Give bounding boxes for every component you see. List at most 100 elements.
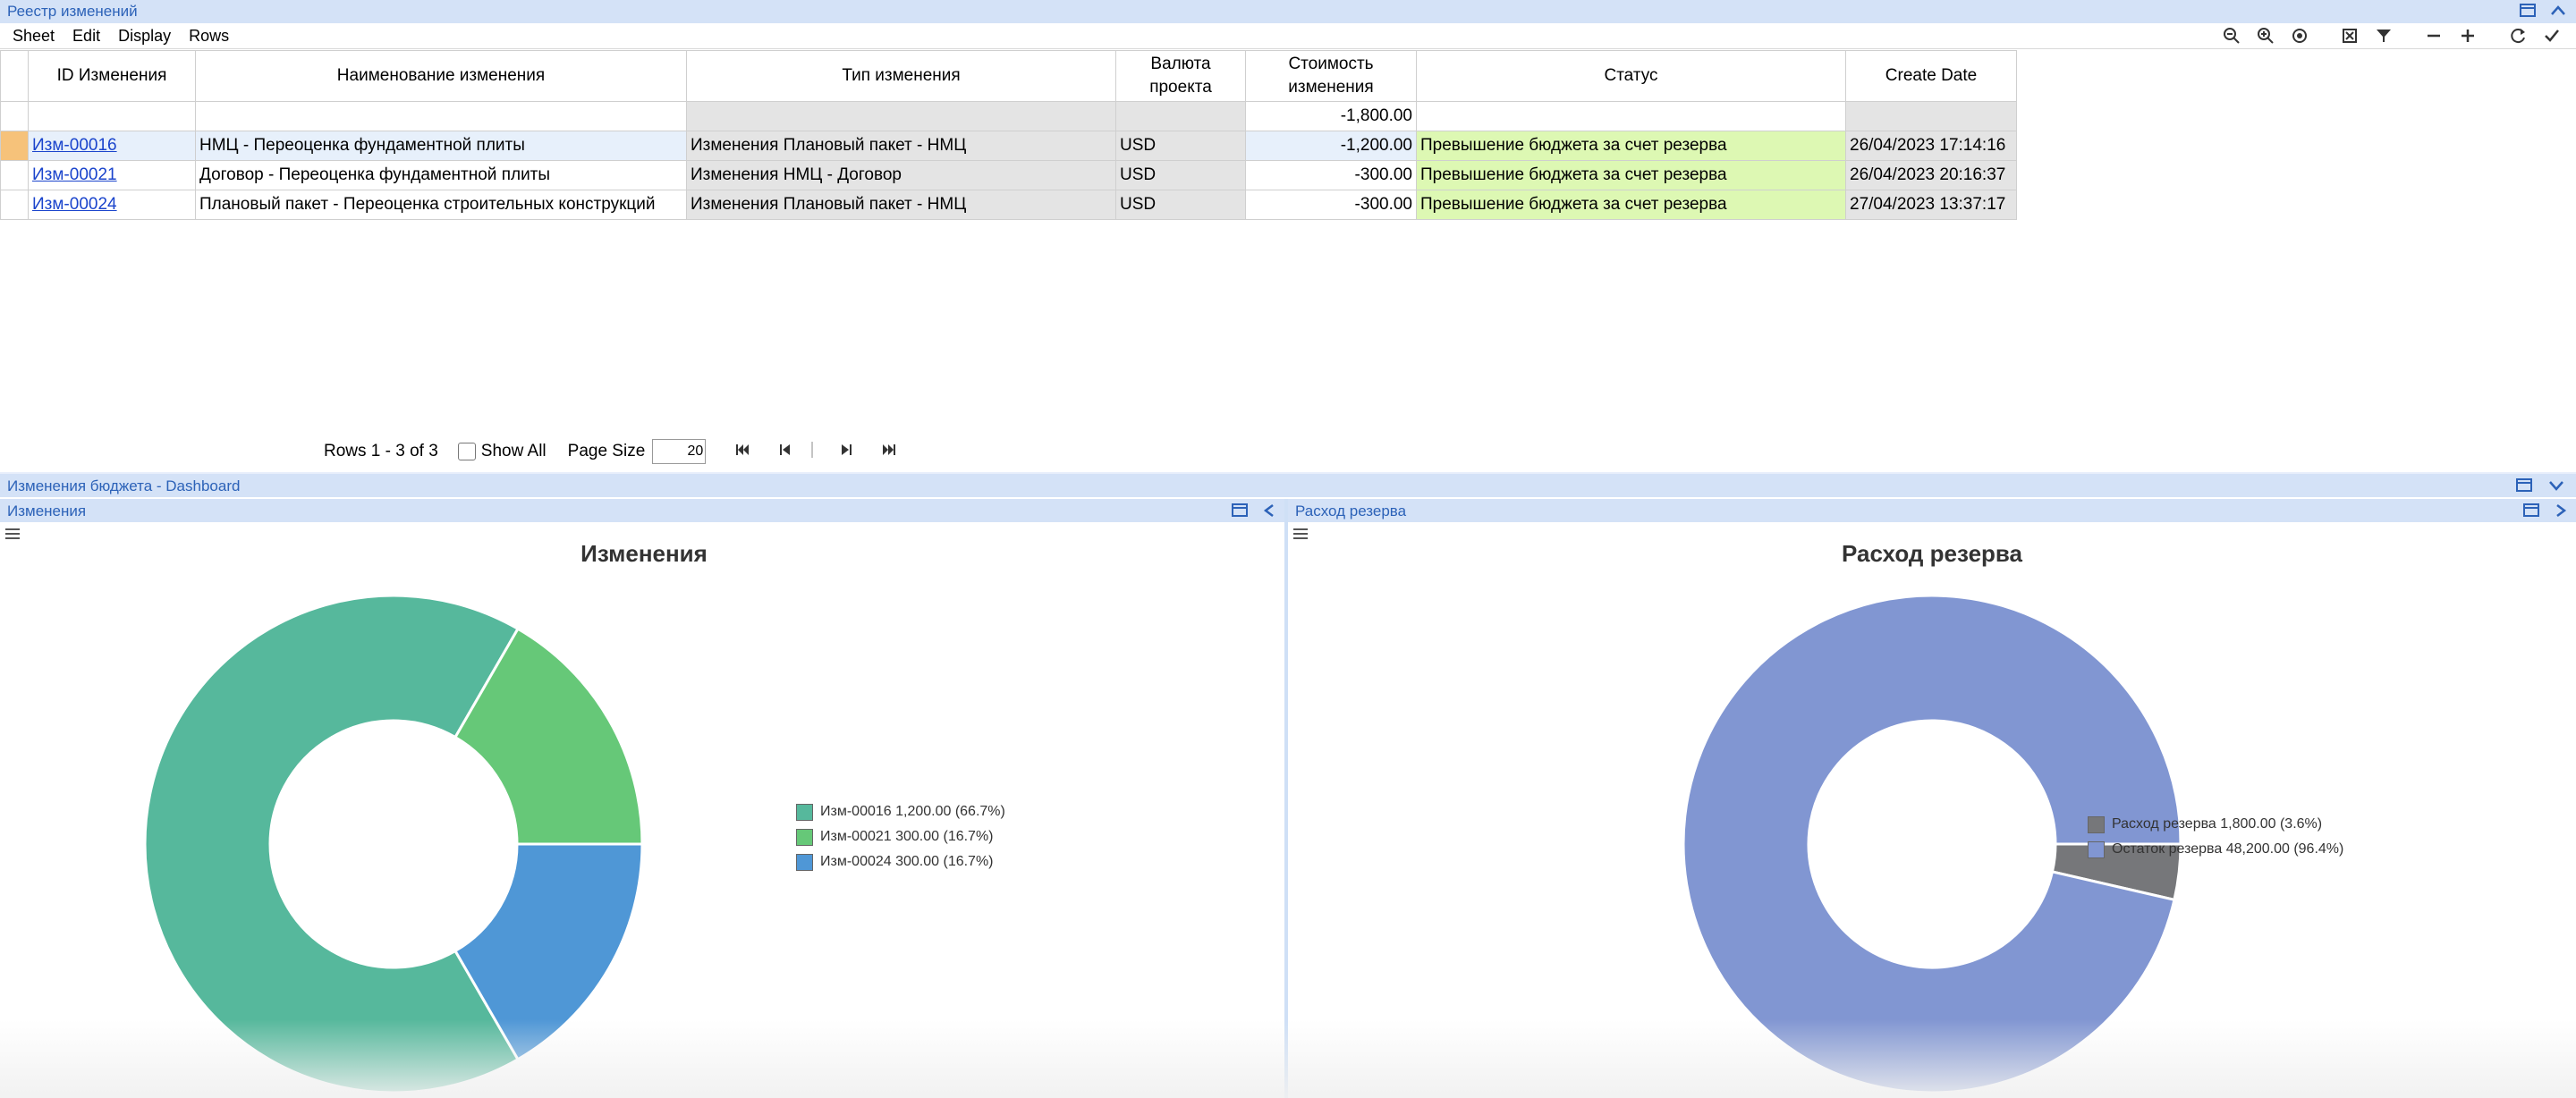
refresh-icon[interactable] <box>2501 27 2535 50</box>
legend-swatch <box>796 853 813 871</box>
cell-create-date[interactable]: 26/04/2023 17:14:16 <box>1845 131 2017 161</box>
row-selector-header <box>0 50 29 102</box>
legend-item[interactable]: Изм-00024 300.00 (16.7%) <box>796 849 1005 874</box>
page-size-input[interactable] <box>652 439 707 464</box>
filter-icon[interactable] <box>2367 27 2401 50</box>
maximize-icon[interactable] <box>2515 477 2533 498</box>
column-header-currency[interactable]: Валюта проекта <box>1115 50 1246 102</box>
change-id-link[interactable]: Изм-00024 <box>32 195 117 214</box>
menu-rows[interactable]: Rows <box>189 27 229 46</box>
column-header-create-date[interactable]: Create Date <box>1845 50 2017 102</box>
cell-cost[interactable]: -1,200.00 <box>1245 131 1417 161</box>
legend-label: Изм-00016 1,200.00 (66.7%) <box>820 804 1005 819</box>
menu-edit[interactable]: Edit <box>72 27 100 46</box>
chart-menu-icon[interactable] <box>4 526 21 546</box>
cell-status[interactable]: Превышение бюджета за счет резерва <box>1416 190 1846 220</box>
dashboard-title: Изменения бюджета - Dashboard <box>7 477 241 494</box>
totals-cell <box>195 101 687 131</box>
last-page-icon[interactable] <box>881 443 897 461</box>
cell-currency[interactable]: USD <box>1115 131 1246 161</box>
zoom-in-icon[interactable] <box>2249 27 2283 50</box>
column-header-type[interactable]: Тип изменения <box>686 50 1116 102</box>
prev-page-icon[interactable] <box>779 443 792 461</box>
maximize-icon[interactable] <box>1231 503 1249 523</box>
table-row[interactable]: Изм-00024 Плановый пакет - Переоценка ст… <box>0 190 2017 220</box>
zoom-reset-icon[interactable] <box>2283 27 2317 50</box>
cell-cost[interactable]: -300.00 <box>1245 160 1417 190</box>
pager-separator <box>811 441 813 462</box>
rows-count-label: Rows 1 - 3 of 3 <box>324 442 438 460</box>
cell-id: Изм-00016 <box>28 131 196 161</box>
row-selector[interactable] <box>0 131 29 161</box>
right-panel-title-bar: Расход резерва <box>1288 499 2576 522</box>
chart-title: Изменения <box>580 540 708 567</box>
table-row[interactable]: Изм-00016 НМЦ - Переоценка фундаментной … <box>0 131 2017 161</box>
totals-cell <box>686 101 1116 131</box>
cell-name[interactable]: Договор - Переоценка фундаментной плиты <box>195 160 687 190</box>
totals-cell <box>1416 101 1846 131</box>
maximize-icon[interactable] <box>2519 3 2537 23</box>
show-all-label: Show All <box>480 442 547 460</box>
cell-type[interactable]: Изменения Плановый пакет - НМЦ <box>686 131 1116 161</box>
totals-cell <box>1115 101 1246 131</box>
changes-table: ID Изменения Наименование изменения Тип … <box>0 50 2017 220</box>
chevron-left-icon[interactable] <box>1261 503 1277 523</box>
cell-currency[interactable]: USD <box>1115 190 1246 220</box>
table-row[interactable]: Изм-00021 Договор - Переоценка фундамент… <box>0 160 2017 190</box>
chart-title: Расход резерва <box>1841 540 2023 567</box>
menu-bar: Sheet Edit Display Rows <box>0 23 2576 49</box>
legend-label: Изм-00024 300.00 (16.7%) <box>820 854 994 869</box>
cell-type[interactable]: Изменения НМЦ - Договор <box>686 160 1116 190</box>
legend-item[interactable]: Остаток резерва 48,200.00 (96.4%) <box>2088 837 2343 862</box>
cell-cost[interactable]: -300.00 <box>1245 190 1417 220</box>
maximize-icon[interactable] <box>2522 503 2540 523</box>
legend-item[interactable]: Изм-00016 1,200.00 (66.7%) <box>796 799 1005 824</box>
clear-filter-icon[interactable] <box>2333 27 2367 50</box>
page-size-label: Page Size <box>567 442 646 460</box>
cell-type[interactable]: Изменения Плановый пакет - НМЦ <box>686 190 1116 220</box>
menu-sheet[interactable]: Sheet <box>13 27 55 46</box>
show-all-checkbox[interactable] <box>457 443 476 460</box>
collapse-icon[interactable] <box>2417 27 2451 50</box>
column-header-status[interactable]: Статус <box>1416 50 1846 102</box>
chevron-down-icon[interactable] <box>2547 477 2565 498</box>
cell-create-date[interactable]: 26/04/2023 20:16:37 <box>1845 160 2017 190</box>
table-header-row: ID Изменения Наименование изменения Тип … <box>0 50 2017 102</box>
legend-label: Изм-00021 300.00 (16.7%) <box>820 829 994 844</box>
first-page-icon[interactable] <box>734 443 750 461</box>
next-page-icon[interactable] <box>840 443 852 461</box>
window-title: Реестр изменений <box>7 3 138 20</box>
check-icon[interactable] <box>2535 27 2569 50</box>
pie-slice[interactable] <box>143 594 521 1094</box>
column-header-cost[interactable]: Стоимость изменения <box>1245 50 1417 102</box>
expand-icon[interactable] <box>2451 27 2485 50</box>
menu-display[interactable]: Display <box>118 27 171 46</box>
cell-name[interactable]: Плановый пакет - Переоценка строительных… <box>195 190 687 220</box>
right-panel-title: Расход резерва <box>1295 503 1407 519</box>
reserve-legend: Расход резерва 1,800.00 (3.6%) Остаток ре… <box>2088 812 2343 862</box>
cell-status[interactable]: Превышение бюджета за счет резерва <box>1416 160 1846 190</box>
total-cost: -1,800.00 <box>1245 101 1417 131</box>
chart-menu-icon[interactable] <box>1292 526 1309 546</box>
cell-name[interactable]: НМЦ - Переоценка фундаментной плиты <box>195 131 687 161</box>
legend-label: Остаток резерва 48,200.00 (96.4%) <box>2112 841 2344 857</box>
change-id-link[interactable]: Изм-00021 <box>32 165 117 184</box>
zoom-out-icon[interactable] <box>2215 27 2249 50</box>
cell-currency[interactable]: USD <box>1115 160 1246 190</box>
column-header-id[interactable]: ID Изменения <box>28 50 196 102</box>
row-selector[interactable] <box>0 190 29 220</box>
change-id-link[interactable]: Изм-00016 <box>32 136 117 155</box>
cell-create-date[interactable]: 27/04/2023 13:37:17 <box>1845 190 2017 220</box>
cell-id: Изм-00024 <box>28 190 196 220</box>
legend-item[interactable]: Изм-00021 300.00 (16.7%) <box>796 824 1005 849</box>
totals-cell <box>28 101 196 131</box>
pager: Rows 1 - 3 of 3 Show All Page Size <box>324 438 897 465</box>
chevron-right-icon[interactable] <box>2553 503 2569 523</box>
row-selector[interactable] <box>0 160 29 190</box>
totals-cell <box>1845 101 2017 131</box>
chevron-up-icon[interactable] <box>2549 3 2567 23</box>
column-header-name[interactable]: Наименование изменения <box>195 50 687 102</box>
legend-item[interactable]: Расход резерва 1,800.00 (3.6%) <box>2088 812 2343 837</box>
cell-status[interactable]: Превышение бюджета за счет резерва <box>1416 131 1846 161</box>
legend-label: Расход резерва 1,800.00 (3.6%) <box>2112 816 2323 832</box>
